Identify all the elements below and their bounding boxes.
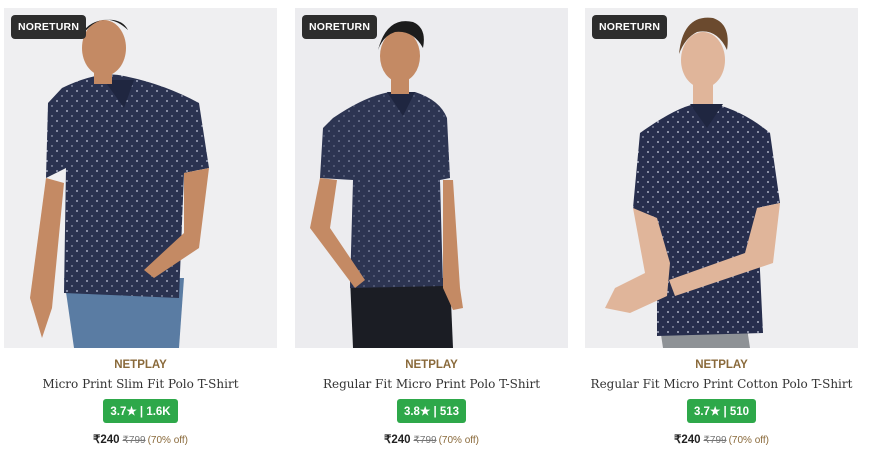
discount-text: (70% off) (438, 435, 479, 446)
product-image[interactable]: NORETURN (4, 8, 277, 348)
rating-value: 3.8 (403, 406, 420, 418)
star-icon: ★ (419, 406, 431, 418)
price-row: ₹240 ₹799 (70% off) (4, 432, 277, 446)
sale-price: ₹240 (384, 434, 411, 446)
rating-badge: 3.7★ | 510 (686, 399, 757, 423)
noreturn-badge: NORETURN (11, 15, 87, 39)
star-icon: ★ (709, 406, 721, 418)
product-image[interactable]: NORETURN (585, 8, 858, 348)
noreturn-badge: NORETURN (302, 15, 378, 39)
rating-separator: | (139, 406, 144, 418)
star-icon: ★ (126, 406, 137, 418)
product-name[interactable]: Regular Fit Micro Print Polo T-Shirt (295, 377, 568, 391)
price-row: ₹240 ₹799 (70% off) (295, 432, 568, 446)
noreturn-badge: NORETURN (592, 15, 668, 39)
sale-price: ₹240 (93, 434, 120, 446)
mrp-price: ₹799 (122, 435, 146, 446)
rating-badge: 3.7★ | 1.6K (103, 399, 178, 423)
review-count: 1.6K (146, 406, 171, 418)
product-card[interactable]: NORETURN NETPLAY Regular Fit Micro Print… (295, 8, 568, 446)
brand-name: NETPLAY (695, 359, 748, 371)
sale-price: ₹240 (674, 434, 701, 446)
price-row: ₹240 ₹799 (70% off) (585, 432, 858, 446)
model-photo (295, 8, 568, 348)
model-photo (4, 8, 277, 348)
product-card[interactable]: NORETURN NETPLAY Micro Print Slim Fit Po… (4, 8, 277, 446)
discount-text: (70% off) (147, 435, 188, 446)
product-name[interactable]: Micro Print Slim Fit Polo T-Shirt (4, 377, 277, 391)
product-image[interactable]: NORETURN (295, 8, 568, 348)
discount-text: (70% off) (728, 435, 769, 446)
mrp-price: ₹799 (703, 435, 727, 446)
brand-name: NETPLAY (405, 359, 458, 371)
product-card[interactable]: NORETURN NETPLAY Regular Fit Micro Print… (585, 8, 858, 446)
product-name[interactable]: Regular Fit Micro Print Cotton Polo T-Sh… (585, 377, 858, 391)
rating-value: 3.7 (693, 406, 710, 418)
rating-separator: | (433, 406, 437, 418)
rating-badge: 3.8★ | 513 (396, 399, 467, 423)
review-count: 513 (439, 406, 460, 418)
rating-value: 3.7 (110, 406, 127, 418)
mrp-price: ₹799 (413, 435, 437, 446)
brand-name: NETPLAY (114, 359, 167, 371)
rating-separator: | (723, 406, 727, 418)
review-count: 510 (729, 406, 750, 418)
model-photo (585, 8, 858, 348)
